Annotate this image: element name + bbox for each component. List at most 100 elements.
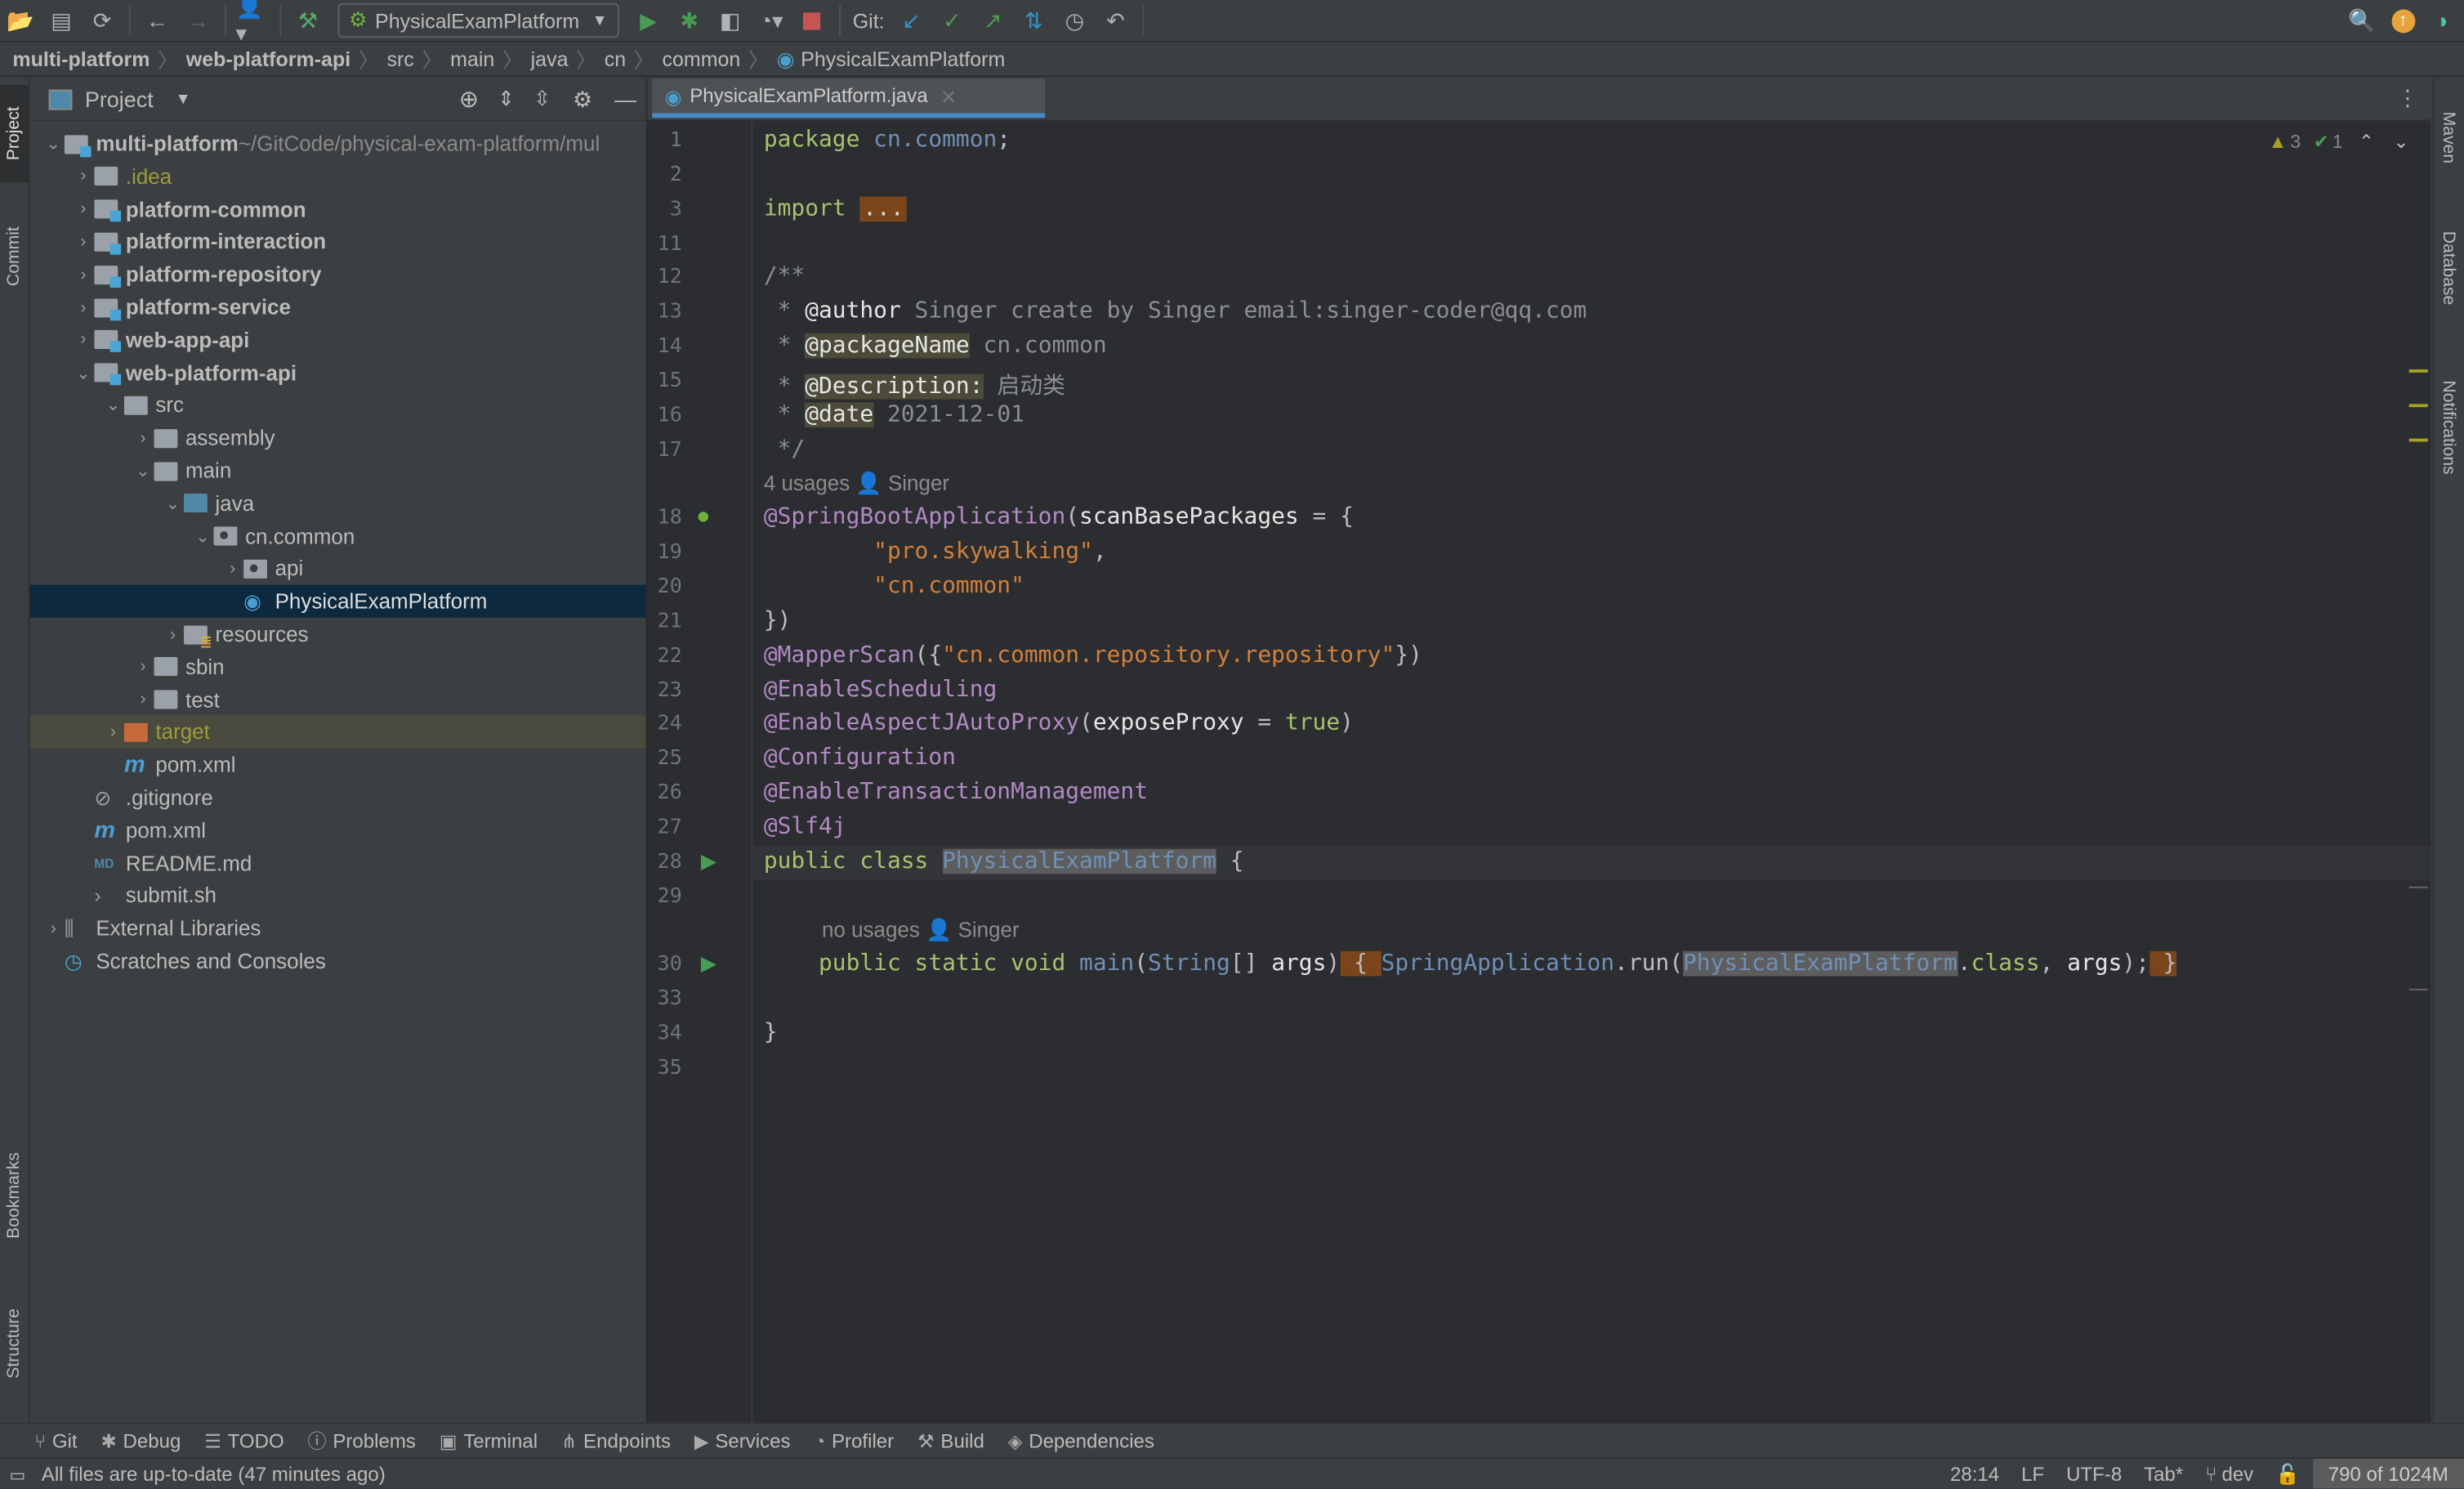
tree-item[interactable]: ⌄ main (30, 454, 646, 487)
tree-item[interactable]: ◷ Scratches and Consoles (30, 945, 646, 977)
hide-panel-icon[interactable]: — (614, 87, 636, 112)
tool-tab-services[interactable]: ▶ Services (694, 1429, 791, 1451)
status-message[interactable]: All files are up-to-date (47 minutes ago… (42, 1464, 386, 1486)
run-gutter-icon[interactable]: ▶ (701, 951, 716, 977)
tool-tab-todo[interactable]: ☰ TODO (204, 1429, 283, 1451)
code-editor[interactable]: 1 2 3 11 12 13 14 15 16 17 18 ● 19 20 21 22 23 24 25 26 27 28… (647, 121, 2431, 1423)
updates-icon[interactable]: ↑ (2386, 3, 2420, 38)
tool-tab-endpoints[interactable]: ⋔ Endpoints (561, 1429, 671, 1451)
tree-item[interactable]: › web-app-api (30, 324, 646, 356)
locate-file-icon[interactable]: ⊕ (459, 85, 479, 114)
breadcrumb-item[interactable]: main (450, 47, 494, 71)
lock-open-icon[interactable]: 🔓 (2275, 1463, 2300, 1487)
scrollbar-marker[interactable] (2408, 438, 2428, 442)
panel-toggle-icon[interactable]: ▭ (10, 1464, 26, 1485)
memory-indicator[interactable]: 790 of 1024M (2312, 1459, 2464, 1489)
project-view-select[interactable]: Project (85, 87, 154, 112)
tree-item[interactable]: › platform-common (30, 193, 646, 226)
tree-item[interactable]: › .idea (30, 160, 646, 193)
tree-item[interactable]: › platform-repository (30, 258, 646, 291)
chevron-right-icon[interactable]: › (72, 331, 94, 350)
run-config-select[interactable]: ⚙ PhysicalExamPlatform ▼ (337, 2, 619, 38)
git-update-icon[interactable]: ↙ (894, 3, 928, 38)
run-icon[interactable]: ▶ (631, 3, 665, 38)
chevron-down-icon[interactable]: ⌄ (192, 526, 214, 547)
tool-tab-database[interactable]: Database (2435, 211, 2463, 327)
toolbox-icon[interactable]: ◗ (2426, 3, 2461, 38)
more-options-icon[interactable]: ⋮ (2396, 85, 2418, 112)
chevron-right-icon[interactable]: › (132, 691, 154, 709)
tree-item[interactable]: › ⫼ External Libraries (30, 912, 646, 945)
tree-item[interactable]: ⌄ java (30, 487, 646, 520)
chevron-right-icon[interactable]: › (42, 919, 65, 938)
tool-tab-profiler[interactable]: ◔ Profiler (814, 1429, 894, 1451)
breadcrumb-item[interactable]: web-platform-api (186, 47, 350, 71)
tool-tab-problems[interactable]: ⓘ Problems (308, 1428, 416, 1455)
tool-tab-dependencies[interactable]: ◈ Dependencies (1008, 1429, 1154, 1451)
save-icon[interactable]: ▤ (44, 3, 78, 38)
chevron-down-icon[interactable]: ⌄ (102, 396, 124, 415)
chevron-down-icon[interactable]: ⌄ (72, 363, 94, 382)
breadcrumb-item[interactable]: common (662, 47, 740, 71)
breadcrumb-item[interactable]: multi-platform (12, 47, 150, 71)
tree-item[interactable]: › assembly (30, 422, 646, 454)
user-icon[interactable]: 👤▾ (236, 0, 270, 46)
chevron-right-icon[interactable]: › (72, 298, 94, 317)
tree-item[interactable]: ⌄ cn.common (30, 520, 646, 552)
tree-item[interactable]: ⊘ .gitignore (30, 781, 646, 814)
tool-tab-build[interactable]: ⚒ Build (917, 1429, 984, 1451)
tool-tab-terminal[interactable]: ▣ Terminal (440, 1429, 538, 1451)
tool-tab-debug[interactable]: ✱ Debug (100, 1429, 181, 1451)
sync-icon[interactable]: ⟳ (85, 3, 119, 38)
breadcrumb-item[interactable]: java (531, 47, 569, 71)
next-highlight-icon[interactable]: ⌄ (2393, 131, 2408, 153)
settings-gear-icon[interactable]: ⚙ (573, 86, 592, 113)
code-vision-hint[interactable]: 4 usages 👤 Singer (764, 471, 949, 496)
close-tab-icon[interactable]: ✕ (940, 84, 957, 108)
indent-setting[interactable]: Tab* (2144, 1464, 2183, 1486)
tree-item[interactable]: › resources (30, 618, 646, 651)
tree-item[interactable]: MD README.md (30, 847, 646, 879)
breadcrumb-item[interactable]: src (386, 47, 413, 71)
tree-item[interactable]: ⌄ multi-platform ~/GitCode/physical-exam-… (30, 127, 646, 160)
stop-icon[interactable] (795, 3, 829, 38)
history-icon[interactable]: ◷ (1057, 3, 1091, 38)
chevron-down-icon[interactable]: ⌄ (42, 133, 65, 154)
tree-item[interactable]: › submit.sh (30, 879, 646, 912)
tree-item[interactable]: › target (29, 715, 646, 749)
tree-item[interactable]: m pom.xml (30, 749, 646, 781)
scrollbar-marker[interactable] (2408, 369, 2428, 373)
breadcrumb-item[interactable]: cn (605, 47, 626, 71)
chevron-right-icon[interactable]: › (132, 429, 154, 448)
tool-tab-structure[interactable]: Structure (0, 1289, 29, 1399)
tree-item[interactable]: m pom.xml (30, 814, 646, 847)
breadcrumb-item[interactable]: PhysicalExamPlatform (801, 47, 1005, 71)
spring-bean-gutter-icon[interactable]: ● (696, 503, 710, 530)
git-push-icon[interactable]: ↗ (975, 3, 1010, 38)
forward-icon[interactable]: → (181, 3, 215, 38)
chevron-right-icon[interactable]: › (72, 265, 94, 284)
editor-tab-active[interactable]: ◉ PhysicalExamPlatform.java ✕ (652, 78, 1046, 118)
git-commit-icon[interactable]: ✓ (935, 3, 969, 38)
tool-tab-bookmarks[interactable]: Bookmarks (0, 1132, 29, 1258)
tree-item[interactable]: › platform-service (30, 291, 646, 324)
tree-item[interactable]: › platform-interaction (30, 226, 646, 258)
collapse-all-icon[interactable]: ⇳ (533, 87, 551, 112)
tree-item[interactable]: ⌄ src (30, 389, 646, 422)
chevron-down-icon[interactable]: ▼ (176, 91, 191, 108)
profile-icon[interactable]: ◔▾ (754, 3, 788, 38)
tree-item[interactable]: ⌄ web-platform-api (30, 356, 646, 389)
expand-all-icon[interactable]: ⇕ (498, 87, 515, 112)
chevron-down-icon[interactable]: ⌄ (162, 494, 184, 514)
chevron-right-icon[interactable]: › (221, 560, 243, 579)
chevron-right-icon[interactable]: › (72, 199, 94, 218)
git-branch[interactable]: dev (2221, 1464, 2253, 1486)
git-pull-icon[interactable]: ⇅ (1016, 3, 1051, 38)
tool-tab-notifications[interactable]: Notifications (2435, 355, 2463, 500)
chevron-right-icon[interactable]: › (72, 167, 94, 186)
chevron-down-icon[interactable]: ⌄ (132, 461, 154, 481)
inspection-widget[interactable]: ▲ 3 ✔ 1 ⌃ ⌄ (2269, 131, 2409, 153)
build-hammer-icon[interactable]: ⚒ (291, 3, 325, 38)
tree-item[interactable]: ◉ PhysicalExamPlatform (29, 584, 646, 619)
run-gutter-icon[interactable]: ▶ (701, 848, 716, 874)
